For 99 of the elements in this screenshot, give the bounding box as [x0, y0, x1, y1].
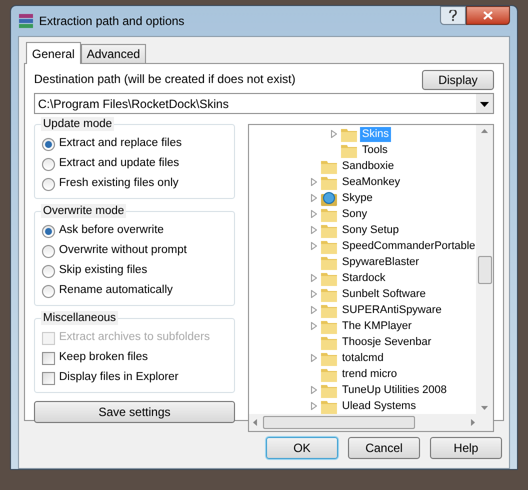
tree-row[interactable]: trend micro: [251, 366, 476, 382]
close-icon: [483, 11, 493, 20]
tree-item[interactable]: Sunbelt Software: [340, 286, 428, 302]
folder-icon: [321, 206, 337, 222]
radio-button[interactable]: [42, 244, 55, 258]
question-mark-icon: [449, 10, 457, 21]
radio-button[interactable]: [42, 158, 55, 170]
group-title: Overwrite mode: [41, 204, 126, 218]
expand-arrow-icon[interactable]: [331, 130, 337, 138]
tree-item[interactable]: Sony Setup: [340, 222, 401, 238]
destination-path-combobox[interactable]: C:\Program Files\RocketDock\Skins: [34, 93, 494, 114]
option-label: Rename automatically: [59, 283, 173, 298]
option-label: Fresh existing files only: [59, 176, 179, 192]
folder-icon: [321, 334, 337, 350]
tree-row[interactable]: Thoosje Sevenbar: [251, 334, 476, 350]
expand-arrow-icon[interactable]: [311, 322, 317, 330]
radio-button[interactable]: [42, 138, 55, 150]
folder-icon: [321, 286, 337, 302]
folder-icon: [321, 222, 337, 238]
app-folder-icon: [321, 190, 337, 206]
expand-arrow-icon[interactable]: [311, 274, 317, 282]
tree-item[interactable]: SpywareBlaster: [340, 254, 422, 270]
dialog-button[interactable]: OK: [266, 437, 338, 459]
folder-icon: [321, 158, 337, 174]
folder-icon: [341, 126, 357, 142]
folder-icon: [321, 398, 337, 414]
folder-icon: [321, 318, 337, 334]
stacked-books-icon: [18, 13, 34, 29]
tree-item[interactable]: Tools: [360, 142, 390, 158]
radio-button[interactable]: [42, 178, 55, 190]
folder-icon: [321, 254, 337, 270]
folder-icon: [341, 142, 357, 158]
expand-arrow-icon[interactable]: [311, 178, 317, 186]
tree-item[interactable]: Sony: [340, 206, 370, 222]
folder-icon: [321, 302, 337, 318]
display-button[interactable]: Display: [422, 70, 494, 90]
scroll-left-arrow-icon[interactable]: [253, 419, 257, 426]
tree-item[interactable]: trend micro: [340, 366, 400, 382]
expand-arrow-icon[interactable]: [311, 354, 317, 362]
tree-item[interactable]: SeaMonkey: [340, 174, 402, 190]
scrollbar-thumb[interactable]: [263, 416, 415, 429]
option-label: Overwrite without prompt: [59, 243, 187, 258]
folder-icon: [321, 270, 337, 286]
option-label: Extract archives to subfolders: [59, 330, 210, 346]
expand-arrow-icon[interactable]: [311, 194, 317, 202]
option-label: Extract and replace files: [59, 136, 182, 152]
tree-item[interactable]: The KMPlayer: [340, 318, 414, 334]
group-title: Miscellaneous: [41, 311, 118, 325]
expand-arrow-icon[interactable]: [311, 402, 317, 410]
dialog-button[interactable]: Help: [430, 437, 502, 459]
scrollbar-thumb[interactable]: [478, 256, 492, 284]
expand-arrow-icon[interactable]: [311, 290, 317, 298]
window-title: Extraction path and options: [39, 13, 184, 30]
vertical-scrollbar[interactable]: [476, 125, 493, 414]
radio-button[interactable]: [42, 264, 55, 278]
horizontal-scrollbar[interactable]: [249, 414, 493, 431]
tab[interactable]: General: [26, 42, 81, 64]
tree-item[interactable]: totalcmd: [340, 350, 386, 366]
folder-icon: [321, 238, 337, 254]
option-label: Skip existing files: [59, 263, 148, 278]
checkbox[interactable]: [42, 352, 55, 364]
radio-button[interactable]: [42, 224, 55, 238]
tree-item[interactable]: Stardock: [340, 270, 388, 286]
folder-tree[interactable]: [248, 124, 494, 432]
tree-item[interactable]: Ulead Systems: [340, 398, 418, 414]
tree-item[interactable]: Thoosje Sevenbar: [340, 334, 434, 350]
tree-item[interactable]: TuneUp Utilities 2008: [340, 382, 449, 398]
tree-item[interactable]: SUPERAntiSpyware: [340, 302, 444, 318]
tree-item[interactable]: SpeedCommanderPortable: [340, 238, 476, 254]
tab[interactable]: Advanced: [80, 44, 146, 63]
scroll-up-arrow-icon[interactable]: [481, 129, 488, 133]
option-label: Extract and update files: [59, 156, 180, 172]
scroll-down-arrow-icon[interactable]: [481, 406, 488, 410]
expand-arrow-icon[interactable]: [311, 386, 317, 394]
expand-arrow-icon[interactable]: [311, 226, 317, 234]
group-title: Update mode: [41, 117, 114, 131]
option-label: Ask before overwrite: [59, 223, 164, 238]
folder-icon: [321, 382, 337, 398]
radio-button[interactable]: [42, 284, 55, 298]
expand-arrow-icon[interactable]: [311, 210, 317, 218]
checkbox[interactable]: [42, 372, 55, 384]
expand-arrow-icon[interactable]: [311, 242, 317, 250]
folder-icon: [321, 350, 337, 366]
option-label: Keep broken files: [59, 350, 148, 366]
tree-row[interactable]: SpywareBlaster: [251, 254, 476, 270]
tree-item[interactable]: Sandboxie: [340, 158, 396, 174]
option-label: Display files in Explorer: [59, 370, 179, 386]
dialog-button[interactable]: Cancel: [348, 437, 420, 459]
tree-row[interactable]: Sandboxie: [251, 158, 476, 174]
close-button[interactable]: [466, 6, 510, 25]
tree-row[interactable]: Tools: [251, 142, 476, 158]
help-title-button[interactable]: [440, 6, 466, 25]
save-settings-button[interactable]: Save settings: [34, 401, 235, 423]
scroll-right-arrow-icon[interactable]: [471, 419, 475, 426]
folder-icon: [321, 366, 337, 382]
folder-icon: [321, 174, 337, 190]
expand-arrow-icon[interactable]: [311, 306, 317, 314]
destination-label: Destination path (will be created if does not exist): [34, 71, 296, 88]
tree-item[interactable]: Skype: [340, 190, 375, 206]
